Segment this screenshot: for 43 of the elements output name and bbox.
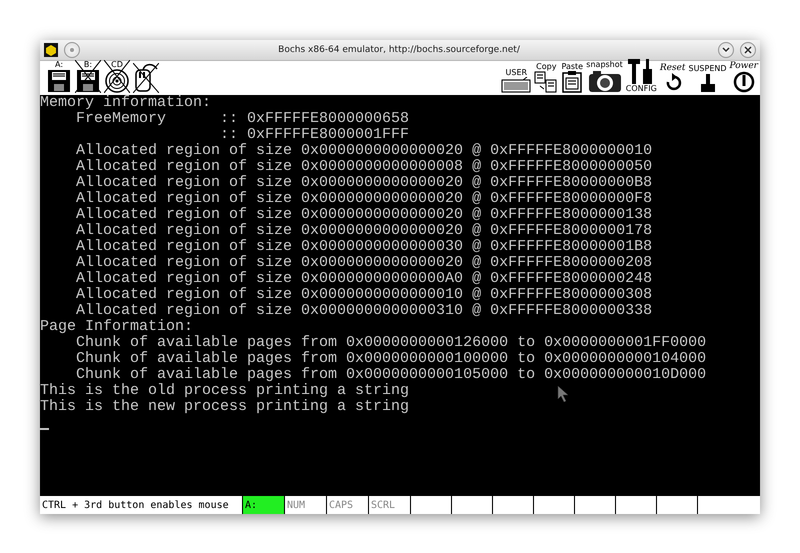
memory-label: FreeMemory <box>76 111 168 127</box>
dot-icon <box>69 47 75 53</box>
suspend-button[interactable]: SUSPEND <box>688 64 727 93</box>
console-line: Allocated region of size 0x00000000000000A0 @ 0xFFFFFE8000000248 <box>76 271 652 287</box>
console-line: Allocated region of size 0x0000000000000010 @ 0xFFFFFE8000000308 <box>76 287 652 303</box>
console-line: This is the new process printing a string <box>40 399 410 415</box>
console-line: Memory information: <box>40 95 212 111</box>
console-line: Allocated region of size 0x0000000000000020 @ 0xFFFFFE8000000178 <box>76 223 652 239</box>
cd-icon <box>104 69 130 93</box>
floppy-button[interactable]: A: <box>46 60 72 93</box>
reset-button[interactable]: Reset <box>660 64 686 93</box>
copy-button[interactable]: Copy <box>534 62 558 93</box>
close-icon <box>744 46 752 54</box>
console-line: Allocated region of size 0x0000000000000008 @ 0xFFFFFE8000000050 <box>76 159 652 175</box>
console-line: Allocated region of size 0x0000000000000020 @ 0xFFFFFE8000000138 <box>76 207 652 223</box>
config-button[interactable]: CONFIG <box>626 58 657 93</box>
console-line: Allocated region of size 0x0000000000000020 @ 0xFFFFFE80000000B8 <box>76 175 652 191</box>
console-line: Chunk of available pages from 0x0000000000105000 to 0x000000000010D000 <box>76 367 706 383</box>
memory-value: :: 0xFFFFFE8000000658 <box>220 111 410 127</box>
chevron-down-icon <box>722 47 730 53</box>
text-cursor <box>40 428 49 430</box>
console-line: Allocated region of size 0x0000000000000020 @ 0xFFFFFE8000000208 <box>76 255 652 271</box>
console-line: This is the old process printing a string <box>40 383 410 399</box>
console-line: Allocated region of size 0x0000000000000020 @ 0xFFFFFE8000000010 <box>76 143 652 159</box>
mouse-pointer-icon <box>557 385 569 403</box>
power-button[interactable]: Power <box>730 62 758 93</box>
paste-button[interactable]: Paste <box>561 62 584 93</box>
power-icon <box>732 71 755 93</box>
console-line: Allocated region of size 0x0000000000000310 @ 0xFFFFFE8000000338 <box>76 303 652 319</box>
console-line: Chunk of available pages from 0x0000000000100000 to 0x0000000000104000 <box>76 351 706 367</box>
camera-button[interactable]: snapshot <box>586 60 623 93</box>
app-icon <box>44 43 58 57</box>
console-line: Allocated region of size 0x0000000000000020 @ 0xFFFFFE80000000F8 <box>76 191 652 207</box>
memory-value: :: 0xFFFFFE8000001FFF <box>220 127 410 143</box>
console-line: Allocated region of size 0x0000000000000030 @ 0xFFFFFE80000001B8 <box>76 239 652 255</box>
console-line: Chunk of available pages from 0x0000000000126000 to 0x0000000001FF0000 <box>76 335 706 351</box>
status-indicator: A: <box>242 496 284 514</box>
keyboard-button[interactable]: USER <box>501 68 532 93</box>
close-button[interactable] <box>740 42 756 58</box>
console-line: Page Information: <box>40 319 194 335</box>
status-message: CTRL + 3rd button enables mouse <box>41 498 230 512</box>
minimize-button[interactable] <box>718 42 734 58</box>
window-title: Bochs x86-64 emulator, http://bochs.sourceforge.net/ <box>277 45 521 55</box>
